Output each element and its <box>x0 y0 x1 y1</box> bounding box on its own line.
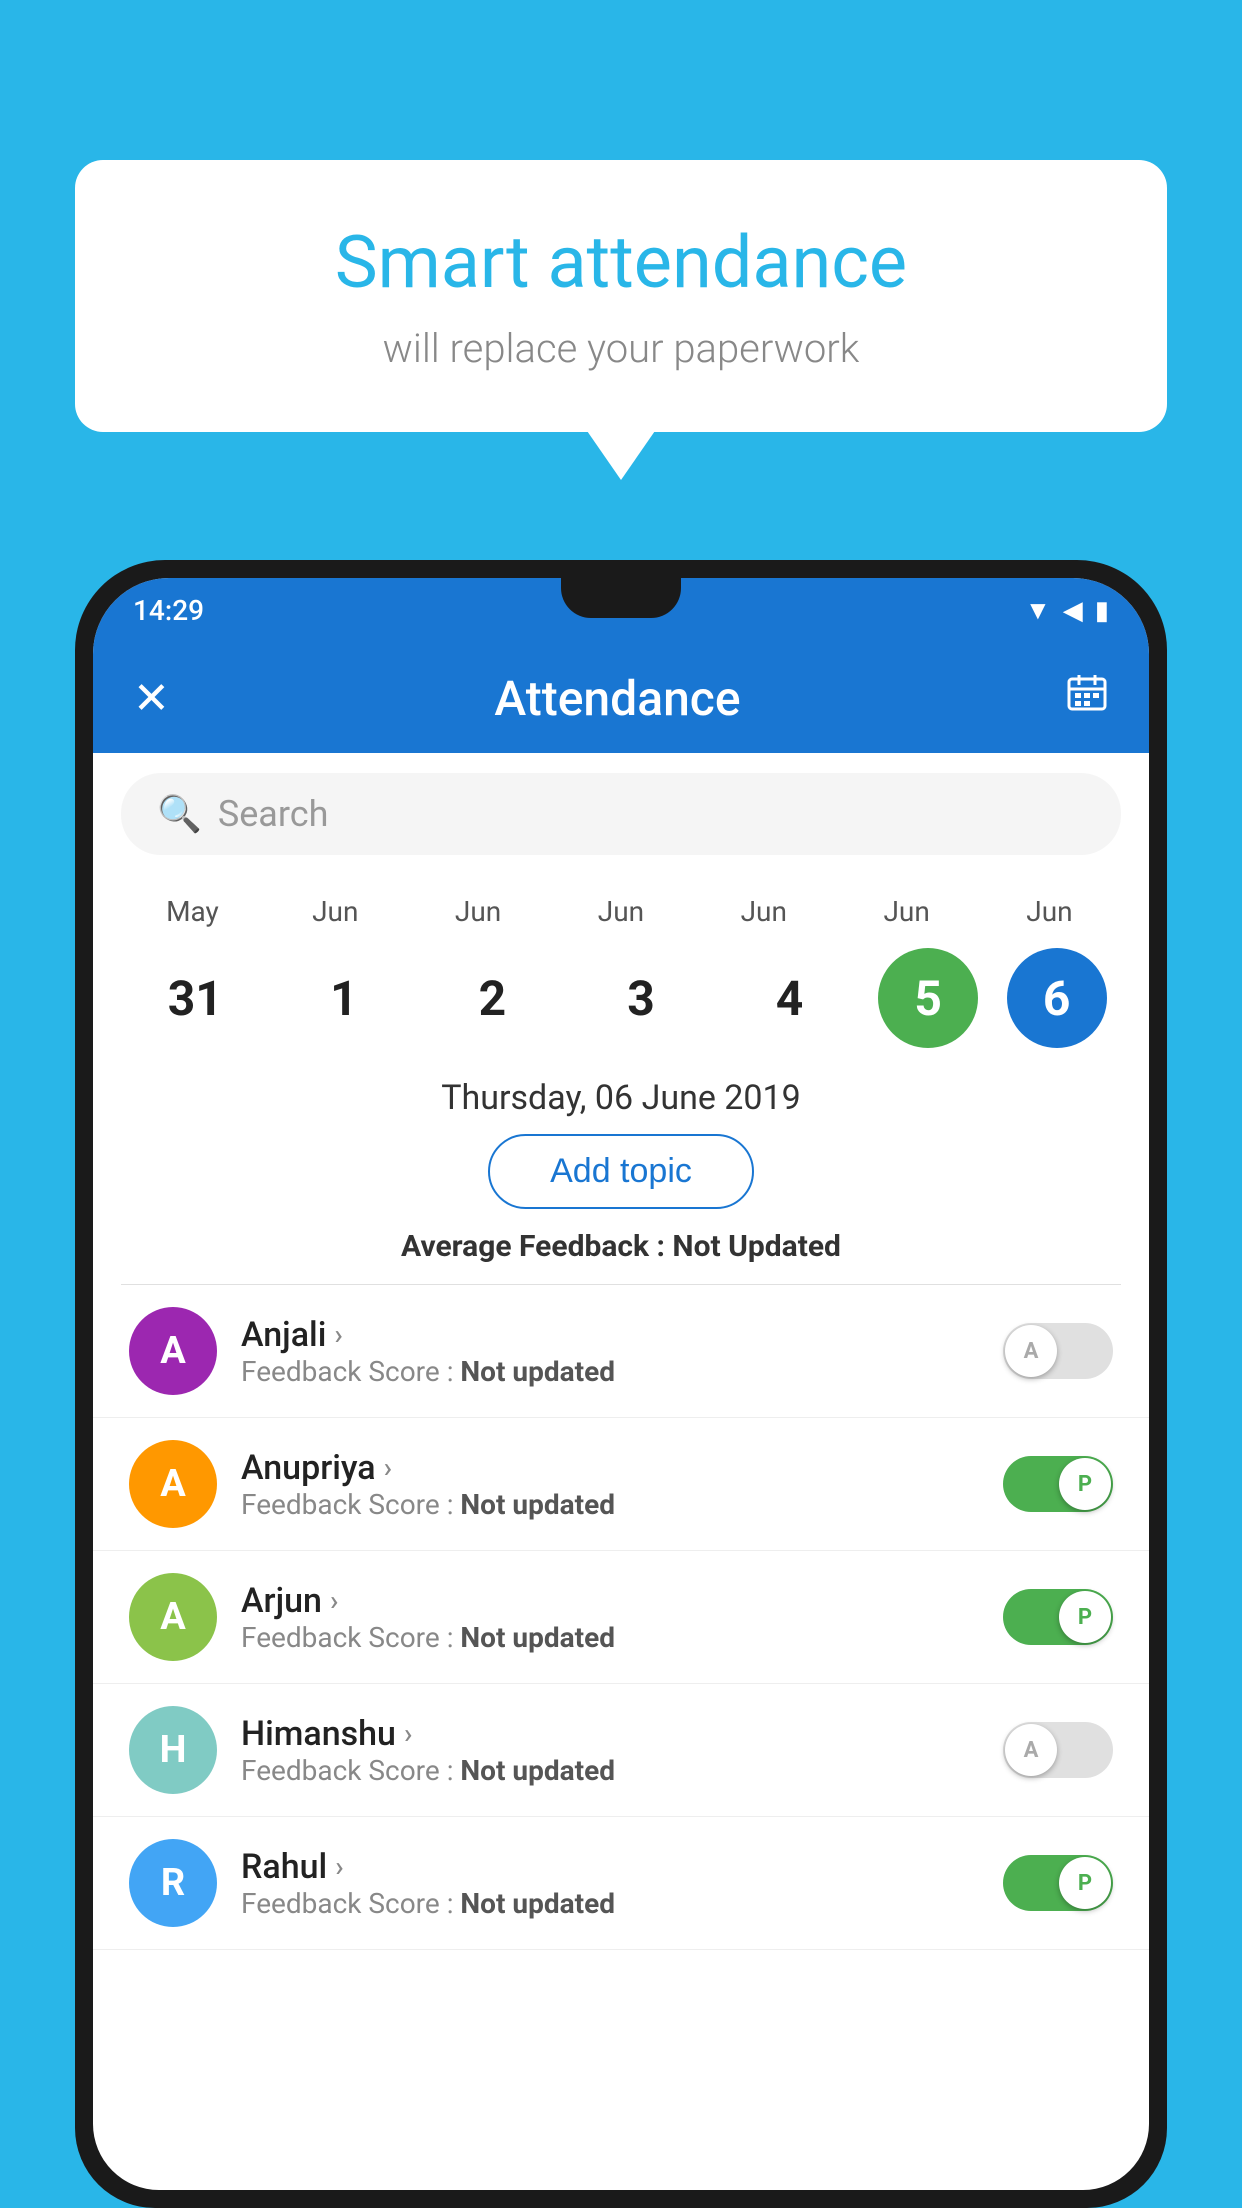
avg-feedback-label: Average Feedback : <box>401 1229 672 1264</box>
calendar-date-today[interactable]: 5 <box>878 948 978 1048</box>
student-row-4[interactable]: R Rahul › Feedback Score : Not updated P <box>93 1817 1149 1950</box>
chevron-icon-0: › <box>334 1318 342 1351</box>
toggle-thumb-4: P <box>1059 1857 1111 1909</box>
calendar-date-3[interactable]: 3 <box>581 948 701 1048</box>
calendar-month-3[interactable]: Jun <box>561 895 681 928</box>
chevron-icon-1: › <box>384 1451 392 1484</box>
calendar-dates-row: 31 1 2 3 4 5 6 <box>93 938 1149 1068</box>
student-row-3[interactable]: H Himanshu › Feedback Score : Not update… <box>93 1684 1149 1817</box>
calendar-date-0[interactable]: 31 <box>135 948 255 1048</box>
toggle-thumb-1: P <box>1059 1458 1111 1510</box>
speech-bubble-title: Smart attendance <box>155 220 1087 305</box>
calendar-month-2[interactable]: Jun <box>418 895 538 928</box>
close-button[interactable]: ✕ <box>133 672 170 724</box>
avg-feedback-value: Not Updated <box>672 1229 841 1264</box>
calendar-date-2[interactable]: 2 <box>432 948 552 1048</box>
calendar-date-4[interactable]: 4 <box>730 948 850 1048</box>
toggle-switch-0[interactable]: A <box>1003 1323 1113 1379</box>
student-info-0: Anjali › Feedback Score : Not updated <box>241 1315 979 1388</box>
calendar-months-row: May Jun Jun Jun Jun Jun Jun <box>93 875 1149 938</box>
status-time: 14:29 <box>133 594 204 627</box>
attendance-toggle-4[interactable]: P <box>1003 1855 1113 1911</box>
toggle-thumb-2: P <box>1059 1591 1111 1643</box>
attendance-toggle-0[interactable]: A <box>1003 1323 1113 1379</box>
average-feedback: Average Feedback : Not Updated <box>93 1229 1149 1264</box>
speech-bubble-subtitle: will replace your paperwork <box>155 325 1087 372</box>
search-icon: 🔍 <box>157 793 202 835</box>
phone-frame: 14:29 ▼ ◀ ▮ ✕ Attendance <box>75 560 1167 2208</box>
calendar-button[interactable] <box>1065 671 1109 726</box>
toggle-thumb-3: A <box>1005 1724 1057 1776</box>
attendance-toggle-2[interactable]: P <box>1003 1589 1113 1645</box>
student-name-4[interactable]: Rahul › <box>241 1847 979 1887</box>
calendar-month-6[interactable]: Jun <box>989 895 1109 928</box>
student-info-2: Arjun › Feedback Score : Not updated <box>241 1581 979 1654</box>
calendar-month-5[interactable]: Jun <box>847 895 967 928</box>
student-name-2[interactable]: Arjun › <box>241 1581 979 1621</box>
speech-bubble: Smart attendance will replace your paper… <box>75 160 1167 432</box>
toggle-switch-4[interactable]: P <box>1003 1855 1113 1911</box>
student-avatar-3: H <box>129 1706 217 1794</box>
student-row-1[interactable]: A Anupriya › Feedback Score : Not update… <box>93 1418 1149 1551</box>
phone-screen: 14:29 ▼ ◀ ▮ ✕ Attendance <box>93 578 1149 2190</box>
student-feedback-3: Feedback Score : Not updated <box>241 1754 979 1787</box>
student-feedback-2: Feedback Score : Not updated <box>241 1621 979 1654</box>
student-info-1: Anupriya › Feedback Score : Not updated <box>241 1448 979 1521</box>
chevron-icon-3: › <box>404 1717 412 1750</box>
notch <box>561 578 681 618</box>
student-name-3[interactable]: Himanshu › <box>241 1714 979 1754</box>
wifi-icon: ▼ <box>1025 595 1051 626</box>
students-list: A Anjali › Feedback Score : Not updated … <box>93 1285 1149 1950</box>
toggle-switch-1[interactable]: P <box>1003 1456 1113 1512</box>
calendar-month-4[interactable]: Jun <box>704 895 824 928</box>
selected-date-label: Thursday, 06 June 2019 <box>93 1068 1149 1134</box>
signal-icon: ◀ <box>1063 596 1083 626</box>
toggle-switch-3[interactable]: A <box>1003 1722 1113 1778</box>
student-feedback-0: Feedback Score : Not updated <box>241 1355 979 1388</box>
battery-icon: ▮ <box>1095 596 1109 626</box>
add-topic-button[interactable]: Add topic <box>488 1134 754 1209</box>
status-bar: 14:29 ▼ ◀ ▮ <box>93 578 1149 643</box>
student-info-4: Rahul › Feedback Score : Not updated <box>241 1847 979 1920</box>
student-name-0[interactable]: Anjali › <box>241 1315 979 1355</box>
chevron-icon-2: › <box>330 1584 338 1617</box>
app-bar: ✕ Attendance <box>93 643 1149 753</box>
student-info-3: Himanshu › Feedback Score : Not updated <box>241 1714 979 1787</box>
status-icons: ▼ ◀ ▮ <box>1025 595 1109 626</box>
student-row-0[interactable]: A Anjali › Feedback Score : Not updated … <box>93 1285 1149 1418</box>
student-name-1[interactable]: Anupriya › <box>241 1448 979 1488</box>
calendar-month-1[interactable]: Jun <box>275 895 395 928</box>
student-avatar-0: A <box>129 1307 217 1395</box>
student-feedback-4: Feedback Score : Not updated <box>241 1887 979 1920</box>
app-bar-title: Attendance <box>494 670 740 727</box>
student-avatar-4: R <box>129 1839 217 1927</box>
toggle-switch-2[interactable]: P <box>1003 1589 1113 1645</box>
speech-bubble-container: Smart attendance will replace your paper… <box>75 160 1167 432</box>
chevron-icon-4: › <box>335 1850 343 1883</box>
calendar-date-1[interactable]: 1 <box>284 948 404 1048</box>
attendance-toggle-1[interactable]: P <box>1003 1456 1113 1512</box>
student-row-2[interactable]: A Arjun › Feedback Score : Not updated P <box>93 1551 1149 1684</box>
student-avatar-2: A <box>129 1573 217 1661</box>
student-avatar-1: A <box>129 1440 217 1528</box>
search-bar[interactable]: 🔍 Search <box>121 773 1121 855</box>
toggle-thumb-0: A <box>1005 1325 1057 1377</box>
student-feedback-1: Feedback Score : Not updated <box>241 1488 979 1521</box>
calendar-month-0[interactable]: May <box>132 895 252 928</box>
attendance-toggle-3[interactable]: A <box>1003 1722 1113 1778</box>
search-placeholder: Search <box>218 793 329 835</box>
calendar-date-selected[interactable]: 6 <box>1007 948 1107 1048</box>
